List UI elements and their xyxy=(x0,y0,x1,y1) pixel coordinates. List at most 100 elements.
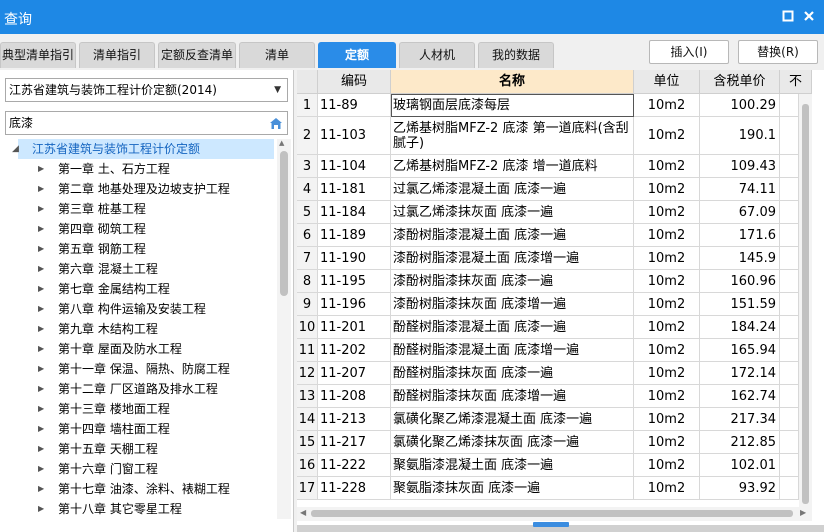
expand-icon[interactable]: ▶ xyxy=(38,499,44,519)
cell-name[interactable]: 过氯乙烯漆混凝土面 底漆一遍 xyxy=(391,178,634,201)
search-input[interactable]: 底漆 xyxy=(5,111,288,135)
cell-code[interactable]: 11-195 xyxy=(318,270,391,293)
grid-vertical-scrollbar[interactable] xyxy=(799,94,812,519)
table-row[interactable]: 8 11-195 漆酚树脂漆抹灰面 底漆一遍 10m2 160.96 xyxy=(297,270,812,293)
expand-icon[interactable]: ▶ xyxy=(38,159,44,179)
table-row[interactable]: 14 11-213 氯磺化聚乙烯漆混凝土面 底漆一遍 10m2 217.34 xyxy=(297,408,812,431)
cell-code[interactable]: 11-181 xyxy=(318,178,391,201)
cell-num[interactable]: 16 xyxy=(297,454,318,477)
search-icon[interactable] xyxy=(269,116,283,130)
cell-num[interactable]: 8 xyxy=(297,270,318,293)
cell-num[interactable]: 13 xyxy=(297,385,318,408)
cell-unit[interactable]: 10m2 xyxy=(634,94,700,117)
cell-code[interactable]: 11-213 xyxy=(318,408,391,431)
cell-extra[interactable] xyxy=(780,431,799,454)
cell-name[interactable]: 漆酚树脂漆抹灰面 底漆一遍 xyxy=(391,270,634,293)
cell-name[interactable]: 聚氨脂漆混凝土面 底漆一遍 xyxy=(391,454,634,477)
cell-code[interactable]: 11-217 xyxy=(318,431,391,454)
table-row[interactable]: 13 11-208 酚醛树脂漆抹灰面 底漆增一遍 10m2 162.74 xyxy=(297,385,812,408)
expand-icon[interactable]: ▶ xyxy=(38,179,44,199)
table-row[interactable]: 2 11-103 乙烯基树脂MFZ-2 底漆 第一道底料(含刮腻子) 10m2 190.… xyxy=(297,117,812,155)
expand-icon[interactable]: ▶ xyxy=(38,279,44,299)
tab-bill-guide[interactable]: 清单指引 xyxy=(79,42,155,68)
tab-quota[interactable]: 定额 xyxy=(318,42,396,68)
cell-price[interactable]: 100.29 xyxy=(700,94,780,117)
cell-name[interactable]: 乙烯基树脂MFZ-2 底漆 增一道底料 xyxy=(391,155,634,178)
cell-extra[interactable] xyxy=(780,316,799,339)
expand-icon[interactable]: ▶ xyxy=(38,259,44,279)
cell-price[interactable]: 102.01 xyxy=(700,454,780,477)
tree-root[interactable]: ◢ 江苏省建筑与装饰工程计价定额 xyxy=(12,139,274,159)
cell-num[interactable]: 15 xyxy=(297,431,318,454)
cell-price[interactable]: 171.6 xyxy=(700,224,780,247)
chevron-down-icon[interactable]: ▼ xyxy=(274,79,281,101)
table-row[interactable]: 1 11-89 玻璃钢面层底漆每层 10m2 100.29 xyxy=(297,94,812,117)
table-row[interactable]: 3 11-104 乙烯基树脂MFZ-2 底漆 增一道底料 10m2 109.43 xyxy=(297,155,812,178)
expand-icon[interactable]: ▶ xyxy=(38,439,44,459)
expand-icon[interactable]: ▶ xyxy=(38,319,44,339)
cell-num[interactable]: 11 xyxy=(297,339,318,362)
cell-price[interactable]: 109.43 xyxy=(700,155,780,178)
cell-extra[interactable] xyxy=(780,247,799,270)
cell-unit[interactable]: 10m2 xyxy=(634,178,700,201)
cell-unit[interactable]: 10m2 xyxy=(634,247,700,270)
cell-price[interactable]: 67.09 xyxy=(700,201,780,224)
cell-unit[interactable]: 10m2 xyxy=(634,431,700,454)
table-row[interactable]: 6 11-189 漆酚树脂漆混凝土面 底漆一遍 10m2 171.6 xyxy=(297,224,812,247)
header-extra[interactable]: 不 xyxy=(780,70,812,94)
tab-typical-bill-guide[interactable]: 典型清单指引 xyxy=(0,42,76,68)
cell-unit[interactable]: 10m2 xyxy=(634,201,700,224)
cell-extra[interactable] xyxy=(780,293,799,316)
grid-horizontal-scrollbar[interactable]: ◀ ▶ xyxy=(297,507,812,521)
cell-name[interactable]: 玻璃钢面层底漆每层 xyxy=(391,94,634,117)
cell-extra[interactable] xyxy=(780,155,799,178)
cell-price[interactable]: 190.1 xyxy=(700,117,780,155)
header-price[interactable]: 含税单价 xyxy=(700,70,780,94)
cell-unit[interactable]: 10m2 xyxy=(634,362,700,385)
cell-code[interactable]: 11-103 xyxy=(318,117,391,155)
cell-num[interactable]: 17 xyxy=(297,477,318,500)
table-row[interactable]: 7 11-190 漆酚树脂漆混凝土面 底漆增一遍 10m2 145.9 xyxy=(297,247,812,270)
expand-icon[interactable]: ▶ xyxy=(38,199,44,219)
cell-extra[interactable] xyxy=(780,477,799,500)
table-row[interactable]: 16 11-222 聚氨脂漆混凝土面 底漆一遍 10m2 102.01 xyxy=(297,454,812,477)
cell-extra[interactable] xyxy=(780,339,799,362)
cell-code[interactable]: 11-190 xyxy=(318,247,391,270)
cell-unit[interactable]: 10m2 xyxy=(634,224,700,247)
cell-code[interactable]: 11-189 xyxy=(318,224,391,247)
scroll-right-icon[interactable]: ▶ xyxy=(800,508,806,517)
cell-name[interactable]: 氯磺化聚乙烯漆混凝土面 底漆一遍 xyxy=(391,408,634,431)
cell-num[interactable]: 4 xyxy=(297,178,318,201)
cell-price[interactable]: 162.74 xyxy=(700,385,780,408)
expand-icon[interactable]: ▶ xyxy=(38,219,44,239)
cell-name[interactable]: 乙烯基树脂MFZ-2 底漆 第一道底料(含刮腻子) xyxy=(391,117,634,155)
cell-code[interactable]: 11-196 xyxy=(318,293,391,316)
cell-name[interactable]: 漆酚树脂漆混凝土面 底漆增一遍 xyxy=(391,247,634,270)
cell-unit[interactable]: 10m2 xyxy=(634,385,700,408)
cell-name[interactable]: 聚氨脂漆抹灰面 底漆一遍 xyxy=(391,477,634,500)
maximize-icon[interactable] xyxy=(781,10,795,24)
expand-icon[interactable]: ▶ xyxy=(38,419,44,439)
tab-quota-reverse-lookup[interactable]: 定额反查清单 xyxy=(158,42,236,68)
cell-num[interactable]: 2 xyxy=(297,117,318,155)
table-row[interactable]: 15 11-217 氯磺化聚乙烯漆抹灰面 底漆一遍 10m2 212.85 xyxy=(297,431,812,454)
grid-vertical-scrollbar-thumb[interactable] xyxy=(802,104,809,504)
cell-code[interactable]: 11-207 xyxy=(318,362,391,385)
tab-bill[interactable]: 清单 xyxy=(239,42,315,68)
cell-extra[interactable] xyxy=(780,224,799,247)
grid-horizontal-scrollbar-thumb[interactable] xyxy=(311,510,793,517)
expand-icon[interactable]: ◢ xyxy=(12,139,19,159)
expand-icon[interactable]: ▶ xyxy=(38,299,44,319)
expand-icon[interactable]: ▶ xyxy=(38,379,44,399)
header-code[interactable]: 编码 xyxy=(318,70,391,94)
cell-unit[interactable]: 10m2 xyxy=(634,270,700,293)
cell-code[interactable]: 11-228 xyxy=(318,477,391,500)
cell-unit[interactable]: 10m2 xyxy=(634,408,700,431)
header-name[interactable]: 名称 xyxy=(391,70,634,94)
cell-code[interactable]: 11-222 xyxy=(318,454,391,477)
cell-unit[interactable]: 10m2 xyxy=(634,316,700,339)
cell-price[interactable]: 74.11 xyxy=(700,178,780,201)
cell-code[interactable]: 11-208 xyxy=(318,385,391,408)
replace-button[interactable]: 替换(R) xyxy=(738,40,818,64)
cell-price[interactable]: 184.24 xyxy=(700,316,780,339)
